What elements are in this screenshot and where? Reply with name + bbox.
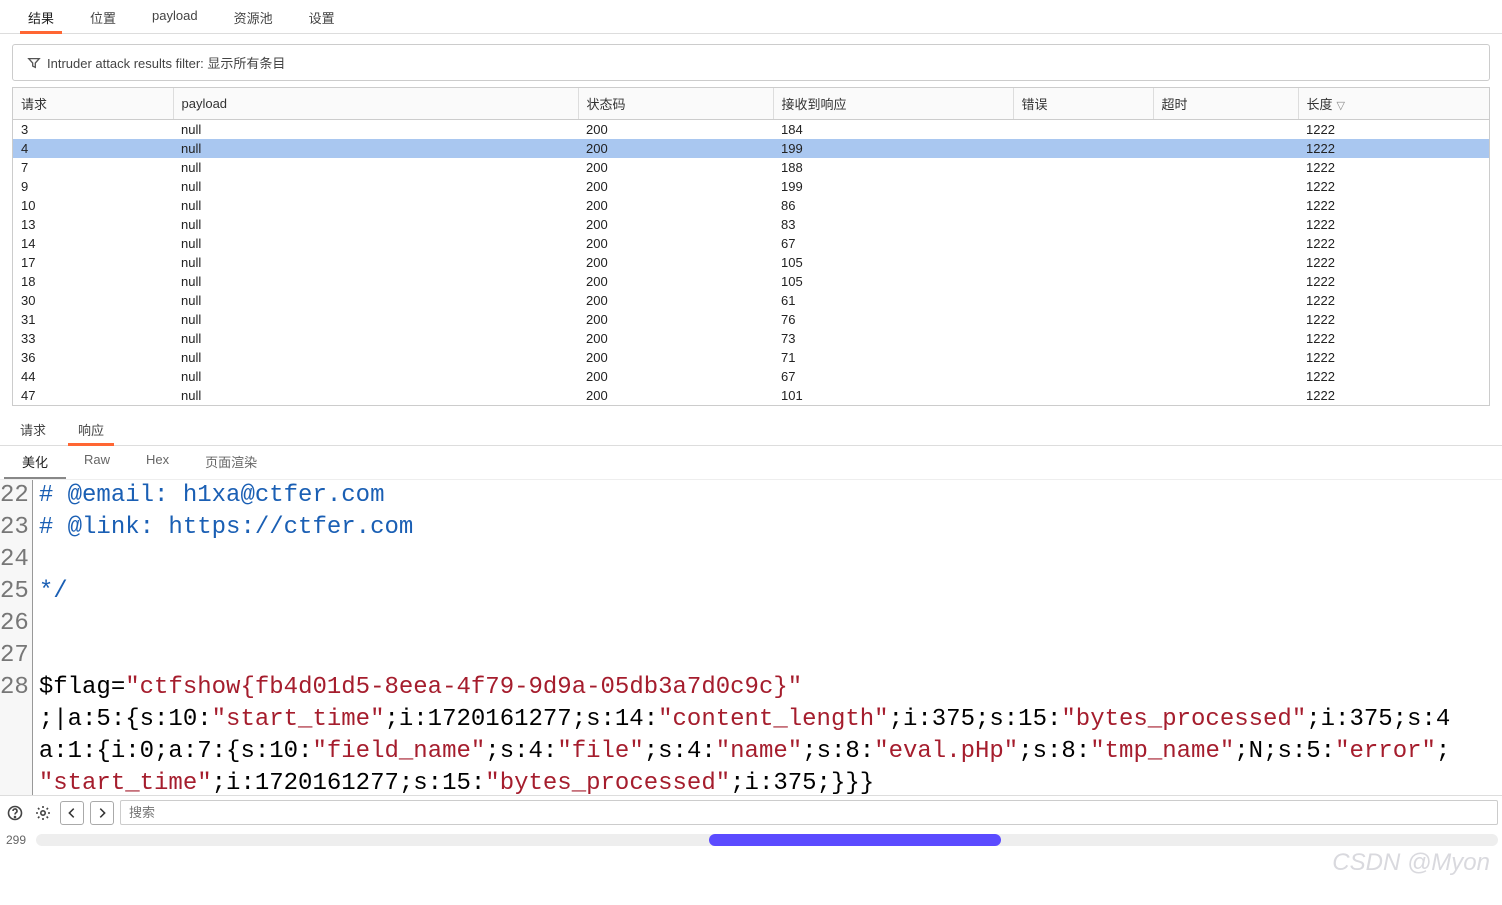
detail-tab-1[interactable]: 响应 xyxy=(62,414,120,445)
scrollbar-thumb[interactable] xyxy=(709,834,1001,846)
detail-tab-0[interactable]: 请求 xyxy=(4,414,62,445)
detail-tabs: 请求响应 xyxy=(0,414,1502,446)
col-payload[interactable]: payload xyxy=(173,88,578,120)
col-status[interactable]: 状态码 xyxy=(578,88,773,120)
top-tabs: 结果位置payload资源池设置 xyxy=(0,0,1502,34)
table-row[interactable]: 47null2001011222 xyxy=(13,386,1489,405)
table-row[interactable]: 33null200731222 xyxy=(13,329,1489,348)
sort-desc-icon: ▽ xyxy=(1337,99,1345,112)
view-tab-0[interactable]: 美化 xyxy=(4,446,66,479)
filter-icon xyxy=(27,56,41,70)
help-icon[interactable] xyxy=(4,802,26,824)
search-input[interactable] xyxy=(120,800,1498,825)
col-request[interactable]: 请求 xyxy=(13,88,173,120)
line-gutter: 22232425262728 xyxy=(0,480,33,795)
table-row[interactable]: 3null2001841222 xyxy=(13,120,1489,140)
table-row[interactable]: 10null200861222 xyxy=(13,196,1489,215)
next-match-button[interactable] xyxy=(90,801,114,825)
footer-bar: 299 xyxy=(0,829,1502,851)
gear-icon[interactable] xyxy=(32,802,54,824)
col-error[interactable]: 错误 xyxy=(1013,88,1153,120)
table-row[interactable]: 9null2001991222 xyxy=(13,177,1489,196)
table-row[interactable]: 14null200671222 xyxy=(13,234,1489,253)
top-tab-0[interactable]: 结果 xyxy=(10,0,72,33)
results-table: 请求 payload 状态码 接收到响应 错误 超时 长度▽ 3null2001… xyxy=(12,87,1490,406)
filter-text: Intruder attack results filter: 显示所有条目 xyxy=(47,53,285,72)
response-code[interactable]: # @email: h1xa@ctfer.com# @link: https:/… xyxy=(33,480,1502,795)
top-tab-3[interactable]: 资源池 xyxy=(216,0,291,33)
table-row[interactable]: 18null2001051222 xyxy=(13,272,1489,291)
top-tab-4[interactable]: 设置 xyxy=(291,0,353,33)
response-toolbar xyxy=(0,795,1502,829)
table-row[interactable]: 17null2001051222 xyxy=(13,253,1489,272)
table-header-row: 请求 payload 状态码 接收到响应 错误 超时 长度▽ xyxy=(13,88,1489,120)
view-tab-2[interactable]: Hex xyxy=(128,446,187,479)
col-received[interactable]: 接收到响应 xyxy=(773,88,1013,120)
line-count: 299 xyxy=(0,833,28,847)
view-mode-tabs: 美化RawHex页面渲染 xyxy=(0,446,1502,480)
table-row[interactable]: 36null200711222 xyxy=(13,348,1489,367)
top-tab-2[interactable]: payload xyxy=(134,0,216,33)
prev-match-button[interactable] xyxy=(60,801,84,825)
col-length[interactable]: 长度▽ xyxy=(1298,88,1489,120)
table-row[interactable]: 13null200831222 xyxy=(13,215,1489,234)
horizontal-scrollbar[interactable] xyxy=(36,834,1498,846)
table-row[interactable]: 7null2001881222 xyxy=(13,158,1489,177)
watermark: CSDN @Myon xyxy=(1332,849,1490,877)
view-tab-3[interactable]: 页面渲染 xyxy=(187,446,275,479)
table-row[interactable]: 44null200671222 xyxy=(13,367,1489,386)
response-body-pane: 22232425262728 # @email: h1xa@ctfer.com#… xyxy=(0,480,1502,795)
table-row[interactable]: 4null2001991222 xyxy=(13,139,1489,158)
table-row[interactable]: 31null200761222 xyxy=(13,310,1489,329)
table-row[interactable]: 30null200611222 xyxy=(13,291,1489,310)
view-tab-1[interactable]: Raw xyxy=(66,446,128,479)
results-filter-bar[interactable]: Intruder attack results filter: 显示所有条目 xyxy=(12,44,1490,81)
top-tab-1[interactable]: 位置 xyxy=(72,0,134,33)
col-timeout[interactable]: 超时 xyxy=(1153,88,1298,120)
